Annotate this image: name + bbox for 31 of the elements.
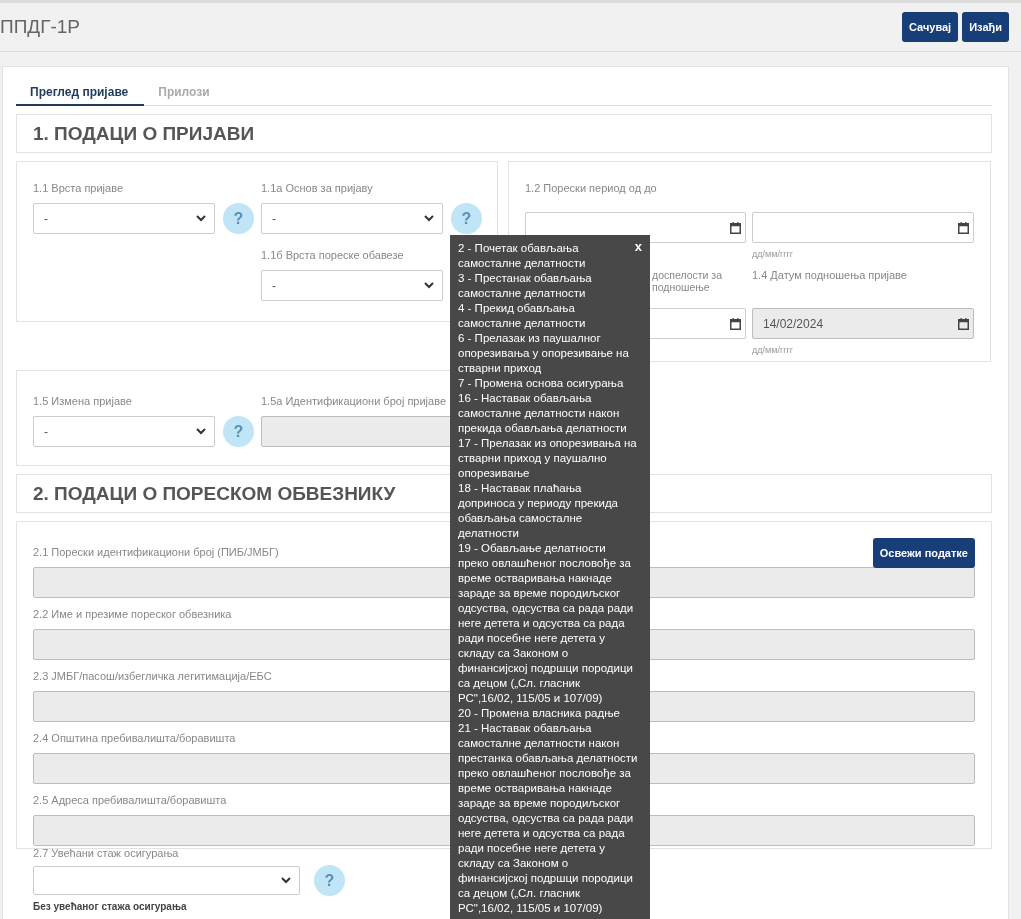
field-label: 1.5 Измена пријаве [33, 395, 132, 407]
section-heading: 2. ПОДАЦИ О ПОРЕСКОМ ОБВЕЗНИКУ [33, 482, 396, 505]
insurance-note: Без увећаног стажа осигурања [33, 901, 187, 913]
field-label: 1.1б Врста пореске обавезе [261, 249, 404, 261]
field-label: 2.7 Увећани стаж осигурања [33, 847, 179, 859]
field-label: 1.5а Идентификациони број пријаве [261, 395, 447, 407]
tooltip-item: 3 - Престанак обављања самосталне делатности [458, 271, 593, 301]
field-label: 2.5 Адреса пребивалишта/боравишта [33, 794, 227, 806]
tooltip-item: 6 - Прелазак из паушалног опорезивања у опорезивање на стварни приход [458, 331, 630, 376]
tooltip-item: 7 - Промена основа осигурања [458, 376, 625, 391]
field-label: 1.2 Порески период од до [525, 182, 657, 194]
tooltip-item: 18 - Наставак плаћања доприноса у периоду прекида обављања самосталне делатности [458, 481, 619, 541]
tooltip-item: 20 - Промена власника радње [458, 706, 621, 721]
date-format-hint: дд/мм/гггг [752, 249, 793, 259]
section-heading: 1. ПОДАЦИ О ПРИЈАВИ [33, 122, 255, 145]
tooltip-item: 4 - Прекид обављања самосталне делатности [458, 301, 587, 331]
field-label: 1.4 Датум подношења пријаве [752, 269, 907, 281]
tooltip-item: 21 - Наставак обављања самосталне делатности након престанка обављања делатности преко овлашћеног пословође за време остваривања накнаде зараде за време породиљског одсуства, одсуства са рада ради неге детета и одсуства са рада ради посебне неге детета у складу са Законом о финансијској подршци породици са децом („Сл. гласник РС",16/02, 115/05 и 107/09) [458, 721, 638, 916]
field-label: доспелости за подношење [652, 269, 723, 293]
tooltip-item: 16 - Наставак обављања самосталне делатности након прекида обављања делатности [458, 391, 628, 436]
field-label: 2.1 Порески идентификациони број (ПИБ/ЈМБГ) [33, 546, 279, 558]
page-title: ППДГ-1Р [0, 16, 81, 38]
tooltip-item: 17 - Прелазак из опорезивања на стварни приход у паушално опорезивање [458, 436, 638, 481]
date-format-hint: дд/мм/гггг [752, 345, 793, 355]
field-label: 2.3 ЈМБГ/пасош/избегличка легитимација/ЕБС [33, 670, 272, 682]
tooltip-item: 19 - Обављање делатности преко овлашћеног пословође за време остваривања накнаде зараде за време породиљског одсуства, одсуства са рада ради неге детета и одсуства са рада ради посебне неге детета у складу са Законом о финансијској подршци породици са децом („Сл. гласник РС",16/02, 115/05 и 107/09) [458, 541, 635, 706]
field-label: 1.1 Врста пријаве [33, 182, 123, 194]
field-label: 1.1а Основ за пријаву [261, 182, 373, 194]
field-label: 2.2 Име и презиме пореског обвезника [33, 608, 232, 620]
field-label: 2.4 Општина пребивалишта/боравишта [33, 732, 236, 744]
tooltip-item: 2 - Почетак обављања самосталне делатности [458, 241, 587, 271]
